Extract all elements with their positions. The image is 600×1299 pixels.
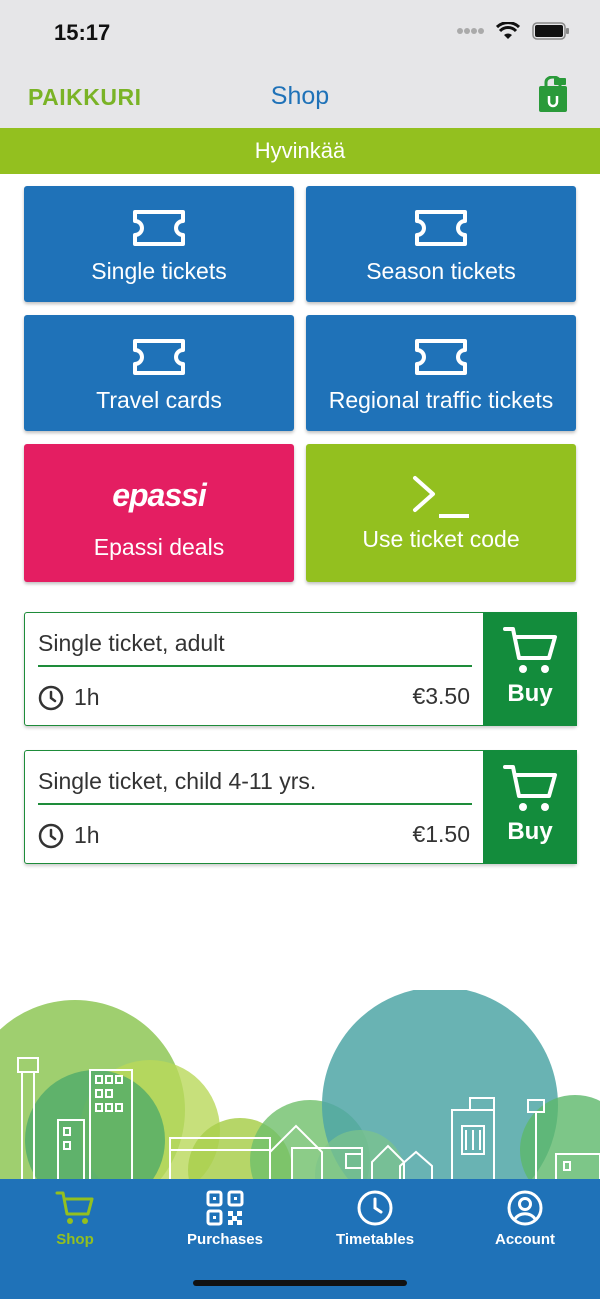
buy-label: Buy: [507, 818, 553, 845]
terminal-prompt-icon: [413, 476, 469, 518]
divider: [38, 665, 472, 667]
ticket-icon: [415, 210, 467, 246]
tile-use-ticket-code[interactable]: Use ticket code: [306, 444, 576, 582]
tile-label: Use ticket code: [362, 526, 520, 552]
tab-label: Timetables: [335, 1231, 415, 1248]
ticket-duration: 1h: [38, 684, 100, 711]
tile-label: Epassi deals: [93, 534, 225, 560]
signal-icon: [457, 28, 484, 34]
epassi-logo: epassi: [112, 477, 207, 513]
page-title: Shop: [270, 82, 330, 110]
clock-icon: [38, 823, 64, 848]
app-header: PAIKKURI Shop: [0, 64, 600, 128]
tile-label: Single tickets: [91, 258, 227, 284]
shopping-bag-button[interactable]: [536, 75, 570, 114]
ticket-price: €3.50: [412, 683, 470, 709]
buy-label: Buy: [507, 680, 553, 707]
duration-text: 1h: [74, 684, 100, 710]
tab-label: Shop: [56, 1231, 94, 1248]
ticket-name: Single ticket, adult: [38, 630, 225, 656]
ticket-icon: [133, 339, 185, 375]
region-bar[interactable]: Hyvinkää: [0, 128, 600, 174]
clock-icon: [357, 1190, 393, 1226]
tile-single-tickets[interactable]: Single tickets: [24, 186, 294, 302]
tab-label: Account: [495, 1231, 555, 1248]
tab-purchases[interactable]: Purchases: [150, 1179, 300, 1259]
city-illustration: [0, 990, 600, 1180]
status-bar: 15:17: [0, 0, 600, 64]
tab-timetables[interactable]: Timetables: [300, 1179, 450, 1259]
shopping-bag-icon: [539, 75, 567, 112]
buy-button[interactable]: Buy: [483, 612, 577, 726]
user-icon: [507, 1190, 543, 1226]
tile-label: Season tickets: [366, 258, 516, 284]
tab-shop[interactable]: Shop: [0, 1179, 150, 1259]
status-icons: [456, 22, 570, 40]
cart-icon: [503, 627, 557, 673]
battery-icon: [532, 22, 569, 40]
ticket-duration: 1h: [38, 822, 100, 849]
tile-travel-cards[interactable]: Travel cards: [24, 315, 294, 431]
cart-icon: [503, 765, 557, 811]
buy-button[interactable]: Buy: [483, 750, 577, 864]
tile-label: Regional traffic tickets: [328, 387, 554, 413]
ticket-card-adult: Single ticket, adult 1h €3.50 Buy: [24, 612, 577, 726]
tile-epassi-deals[interactable]: epassi Epassi deals: [24, 444, 294, 582]
tile-season-tickets[interactable]: Season tickets: [306, 186, 576, 302]
tab-account[interactable]: Account: [450, 1179, 600, 1259]
ticket-card-child: Single ticket, child 4-11 yrs. 1h €1.50 …: [24, 750, 577, 864]
ticket-name: Single ticket, child 4-11 yrs.: [38, 768, 317, 794]
duration-text: 1h: [74, 822, 100, 848]
tab-label: Purchases: [187, 1231, 263, 1248]
status-time: 15:17: [54, 20, 111, 45]
divider: [38, 803, 472, 805]
qr-code-icon: [206, 1190, 244, 1226]
home-indicator[interactable]: [193, 1280, 407, 1286]
ticket-icon: [415, 339, 467, 375]
tile-regional-traffic-tickets[interactable]: Regional traffic tickets: [306, 315, 576, 431]
wifi-icon: [496, 22, 520, 39]
ticket-icon: [133, 210, 185, 246]
tile-label: Travel cards: [96, 387, 222, 413]
clock-icon: [38, 685, 64, 710]
ticket-price: €1.50: [412, 821, 470, 847]
cart-icon: [55, 1191, 94, 1224]
